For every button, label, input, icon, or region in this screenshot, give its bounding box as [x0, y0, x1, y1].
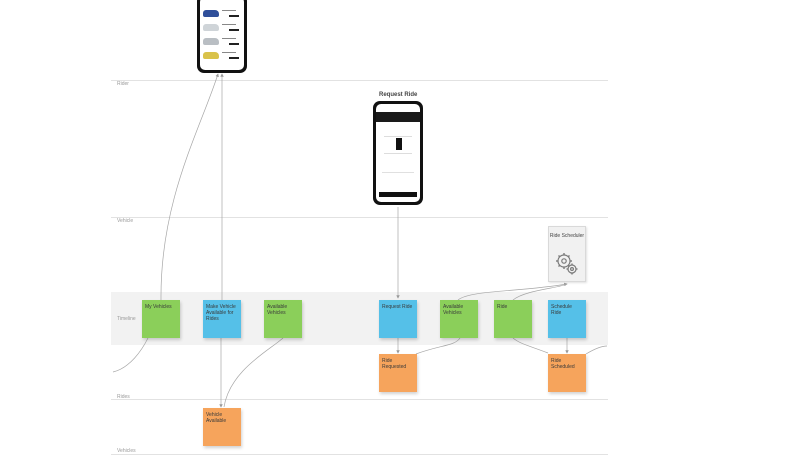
sticky-vehicle-available[interactable]: Vehicle Available	[203, 408, 241, 446]
vehicle-row	[203, 37, 239, 47]
request-ride-screen	[376, 104, 420, 202]
connector-vehicle-available-to-available	[223, 337, 284, 408]
screen-header-bar	[376, 112, 420, 122]
sticky-ride-requested[interactable]: Ride Requested	[379, 354, 417, 392]
vehicle-row	[203, 9, 239, 19]
screen-submit-button	[379, 192, 417, 197]
connector-left-edge	[112, 337, 149, 373]
gears-icon	[556, 253, 578, 275]
board-canvas[interactable]: Rider Vehicle Timeline Rides Vehicles Re…	[0, 0, 808, 455]
sticky-available-vehicles[interactable]: Available Vehicles	[264, 300, 302, 338]
sticky-ride-scheduled[interactable]: Ride Scheduled	[548, 354, 586, 392]
sticky-my-vehicles[interactable]: My Vehicles	[142, 300, 180, 338]
ride-scheduler-label: Ride Scheduler	[549, 233, 585, 239]
screen-selected-date	[396, 138, 402, 150]
sticky-available-vehicles-2[interactable]: Available Vehicles	[440, 300, 478, 338]
sticky-request-ride[interactable]: Request Ride	[379, 300, 417, 338]
ride-scheduler-card[interactable]: Ride Scheduler	[548, 226, 586, 282]
connector-requested-to-available	[415, 337, 461, 355]
phone-request-ride[interactable]	[373, 101, 423, 205]
connector-scheduled-to-ride	[512, 337, 549, 354]
request-ride-screen-title: Request Ride	[379, 92, 418, 98]
screen-options-row	[382, 172, 414, 179]
connector-ride-to-scheduler	[512, 283, 568, 301]
sticky-make-vehicle-available[interactable]: Make Vehicle Available for Rides	[203, 300, 241, 338]
connector-available-to-scheduler	[457, 282, 568, 301]
phone-vehicle-list[interactable]	[197, 0, 247, 73]
sticky-schedule-ride[interactable]: Schedule Ride	[548, 300, 586, 338]
connector-my-vehicles-to-phone	[160, 73, 219, 301]
vehicle-row	[203, 51, 239, 61]
connector-right-edge	[585, 345, 608, 355]
vehicle-list-screen	[200, 0, 244, 70]
vehicle-row	[203, 23, 239, 33]
sticky-ride[interactable]: Ride	[494, 300, 532, 338]
